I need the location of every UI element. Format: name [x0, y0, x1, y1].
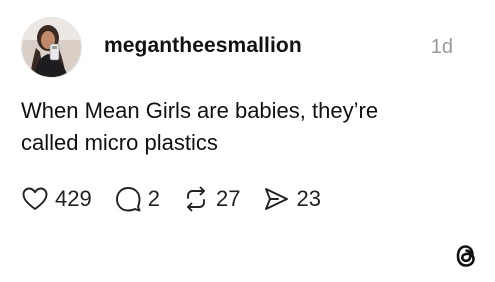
- send-icon: [265, 188, 289, 210]
- threads-logo-icon: [456, 245, 475, 267]
- timestamp: 1d: [430, 36, 453, 58]
- avatar[interactable]: [21, 17, 82, 78]
- share-count: 23: [296, 186, 321, 211]
- share-button[interactable]: 23: [262, 185, 321, 213]
- repost-button[interactable]: 27: [182, 185, 240, 213]
- like-button[interactable]: 429: [21, 185, 92, 213]
- repost-arrows-icon: [187, 186, 205, 212]
- post-text-line: called micro plastics: [21, 130, 218, 155]
- heart-icon: [22, 187, 48, 210]
- reply-button[interactable]: 2: [114, 185, 160, 213]
- like-count: 429: [55, 186, 92, 211]
- speech-bubble-icon: [115, 187, 141, 212]
- reply-count: 2: [147, 186, 160, 211]
- threads-post: megantheesmallion 1d When Mean Girls are…: [0, 0, 495, 282]
- post-text-line: When Mean Girls are babies, they’re: [21, 98, 379, 123]
- post-text: When Mean Girls are babies, they’re call…: [21, 95, 471, 159]
- action-bar: 429 2 27 23: [21, 183, 343, 215]
- username[interactable]: megantheesmallion: [104, 33, 302, 59]
- repost-count: 27: [215, 186, 241, 211]
